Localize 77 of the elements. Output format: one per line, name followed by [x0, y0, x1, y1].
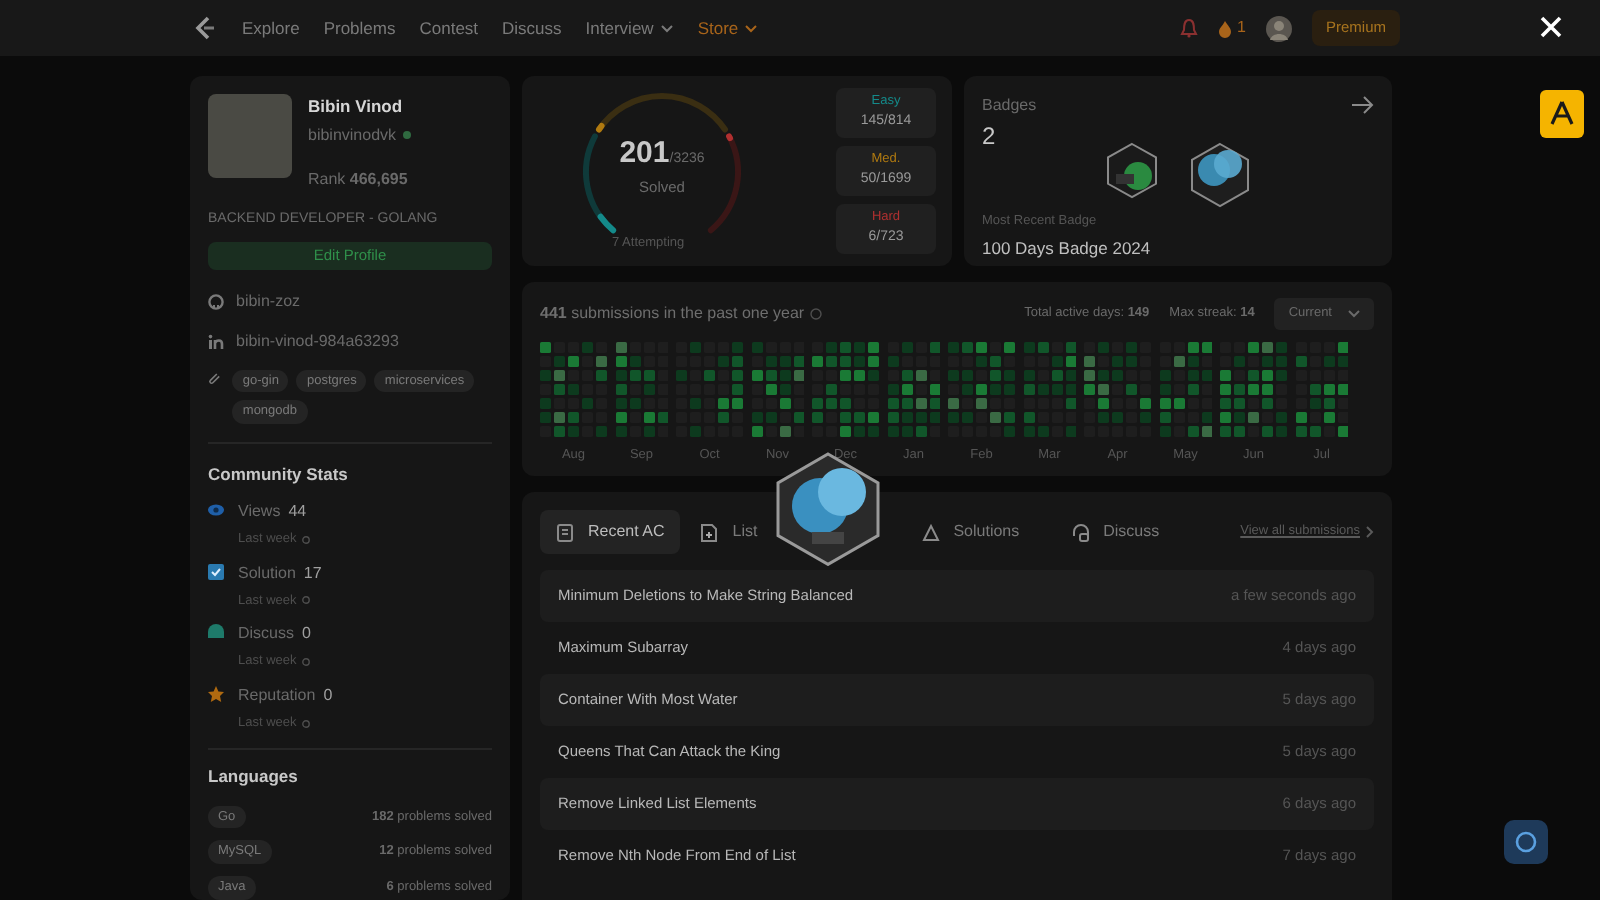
info-icon	[302, 719, 311, 728]
profile-link[interactable]: bibin-vinod-984a63293	[236, 329, 399, 353]
arrow-right-icon[interactable]	[1352, 96, 1374, 114]
checkbox-icon	[208, 563, 224, 579]
info-icon	[810, 307, 823, 320]
stat-value: 44	[288, 499, 307, 524]
badge-drawing[interactable]	[1106, 142, 1158, 200]
tab-icon	[700, 523, 719, 541]
stat-value: 0	[323, 684, 333, 708]
streak-count: 1	[1237, 16, 1246, 40]
chevron-icon	[659, 23, 674, 33]
tab-icon	[556, 523, 574, 541]
profile-link[interactable]: bibin-zoz	[236, 289, 301, 313]
heatmap-drawing	[1295, 341, 1348, 439]
username: bibinvinodvk	[308, 123, 397, 148]
chat-icon	[208, 624, 224, 641]
section-title: Languages	[208, 763, 300, 789]
heatmap-drawing	[751, 341, 804, 439]
nav-link[interactable]: Discuss	[502, 15, 562, 41]
tab[interactable]: List	[684, 510, 774, 554]
tab-icon	[921, 523, 940, 541]
tag-icon	[208, 369, 221, 385]
submissions-summary: 441 submissions in the past one year	[540, 301, 805, 326]
star-icon	[208, 686, 224, 702]
nav-link[interactable]: Contest	[419, 15, 479, 41]
ring-fill	[726, 132, 733, 141]
info-icon	[302, 658, 311, 667]
ring-fill	[596, 121, 605, 132]
badges-title: Badges	[982, 94, 1037, 118]
eye-icon	[208, 501, 224, 518]
nav-link[interactable]: Interview	[585, 15, 674, 41]
stat-label: Solution	[238, 561, 296, 585]
recent-badge-name: 100 Days Badge 2024	[982, 235, 1151, 261]
tab[interactable]: Recent AC	[540, 510, 681, 554]
user-rank: Rank 466,695	[308, 167, 410, 192]
section-title: Community Stats	[208, 462, 350, 488]
verified-icon	[402, 130, 413, 141]
heatmap-drawing	[1159, 341, 1212, 439]
badge-count: 2	[982, 120, 996, 154]
stat-label: Views	[238, 499, 281, 524]
stat-value: 17	[303, 561, 322, 585]
heatmap-drawing	[615, 341, 668, 439]
heatmap-drawing	[1023, 341, 1076, 439]
info-icon	[302, 596, 311, 605]
github-icon	[208, 293, 224, 309]
chevron-icon	[1366, 526, 1374, 538]
heatmap-drawing	[887, 341, 940, 439]
stat-label: Discuss	[238, 622, 295, 647]
info-icon	[302, 535, 311, 544]
photo-placeholder	[208, 94, 292, 178]
user-name: Bibin Vinod	[308, 94, 405, 120]
heatmap-drawing	[948, 341, 1015, 439]
flame-icon	[1217, 19, 1232, 37]
stat-value: 0	[302, 622, 311, 647]
tab-icon	[1071, 523, 1090, 541]
logo-icon[interactable]	[192, 14, 216, 42]
nav-link[interactable]: Problems	[323, 15, 396, 41]
floating-widget-icon[interactable]	[1540, 90, 1584, 138]
chevron-icon	[744, 23, 759, 33]
tab[interactable]: Discuss	[1055, 510, 1176, 554]
tab[interactable]: Solutions	[905, 510, 1036, 554]
linkedin-icon	[208, 333, 224, 349]
heatmap-drawing	[812, 341, 879, 439]
heatmap-drawing	[1084, 341, 1151, 439]
badge-drawing[interactable]	[1190, 142, 1250, 208]
avatar-icon[interactable]	[1265, 15, 1292, 41]
chat-icon[interactable]	[1504, 820, 1548, 864]
heatmap-drawing	[676, 341, 743, 439]
close-icon[interactable]	[1540, 16, 1562, 38]
nav-link[interactable]: Store	[697, 15, 759, 41]
solved-count: 201	[619, 133, 670, 173]
heatmap-drawing	[1220, 341, 1287, 439]
chevron-icon	[1348, 309, 1360, 318]
ring-fill	[597, 212, 617, 233]
stat-label: Reputation	[238, 684, 316, 708]
nav-link[interactable]: Explore	[242, 15, 300, 41]
heatmap-drawing	[540, 341, 607, 439]
